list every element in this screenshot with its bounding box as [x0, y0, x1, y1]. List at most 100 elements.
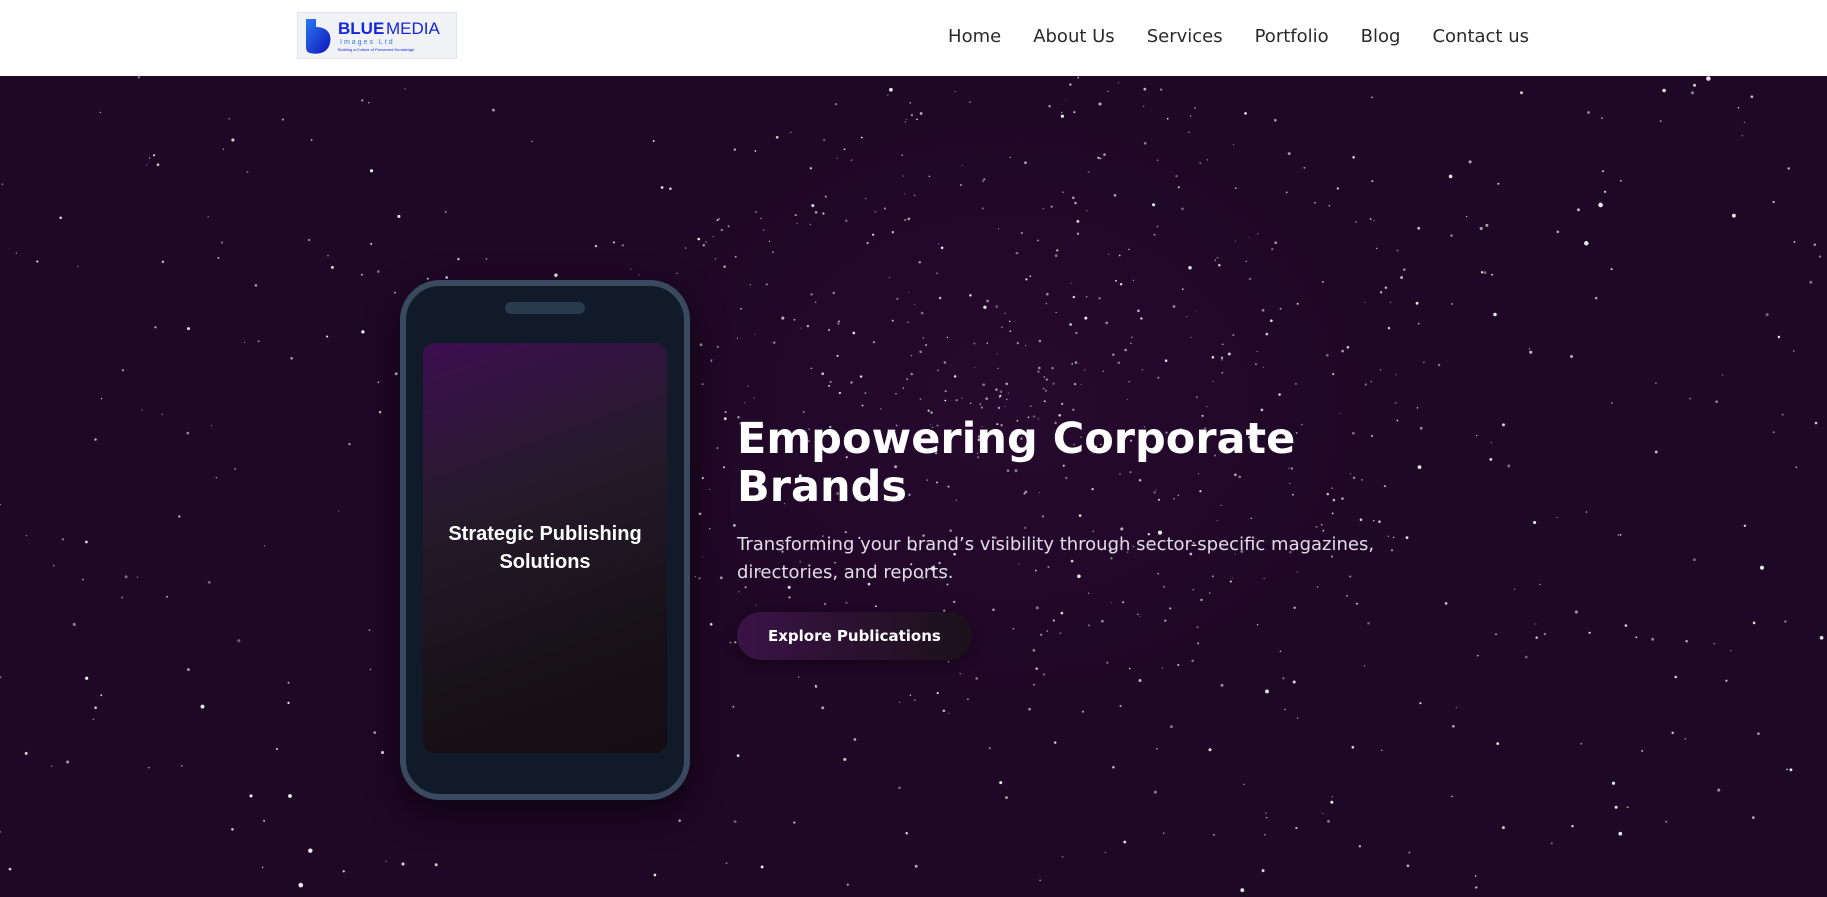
star [1075, 331, 1078, 335]
star [953, 375, 957, 378]
star [809, 223, 812, 226]
star [1122, 601, 1125, 604]
star [61, 538, 65, 541]
star [369, 169, 374, 173]
star [796, 222, 798, 225]
star [760, 217, 762, 220]
star [998, 396, 1001, 398]
star [1535, 623, 1537, 625]
star [376, 270, 380, 273]
star [967, 698, 969, 700]
star [697, 237, 701, 241]
star [1387, 326, 1391, 330]
star [905, 118, 908, 121]
star [1164, 359, 1168, 362]
star [186, 668, 190, 672]
star [1331, 796, 1334, 798]
star [15, 252, 18, 254]
star [1076, 232, 1080, 235]
star [1037, 239, 1039, 242]
star [276, 748, 278, 750]
star [953, 600, 956, 604]
star [1040, 633, 1043, 636]
star [669, 187, 672, 190]
star [1115, 279, 1117, 282]
star [829, 380, 832, 384]
star [1166, 117, 1169, 120]
star [1419, 702, 1422, 705]
star [955, 399, 958, 402]
star [879, 407, 882, 410]
star [1274, 241, 1278, 245]
star [8, 867, 12, 871]
star [1105, 321, 1109, 325]
star [1489, 458, 1493, 461]
star [1208, 748, 1212, 752]
star [1662, 88, 1666, 93]
logo[interactable]: BLUE MEDIA Images Ltd Building a Culture… [297, 12, 457, 59]
star [1221, 371, 1224, 374]
star [723, 265, 726, 268]
star [1053, 741, 1057, 744]
star [178, 515, 181, 518]
star [1137, 309, 1140, 313]
star [1450, 302, 1453, 305]
star [1451, 795, 1453, 798]
nav-contact-us[interactable]: Contact us [1432, 26, 1529, 47]
star [1130, 342, 1132, 345]
star [981, 207, 984, 210]
star [1602, 170, 1604, 173]
nav-home[interactable]: Home [948, 26, 1001, 47]
star [864, 197, 867, 200]
star [82, 578, 84, 581]
star [368, 629, 371, 631]
star [969, 294, 972, 297]
star [1450, 234, 1453, 237]
nav-portfolio[interactable]: Portfolio [1255, 26, 1329, 47]
star [1654, 382, 1657, 385]
star [902, 175, 904, 177]
star [1490, 441, 1493, 444]
star [821, 706, 825, 710]
star [1367, 621, 1370, 625]
star [944, 390, 947, 393]
nav-blog[interactable]: Blog [1361, 26, 1401, 47]
star [834, 103, 838, 106]
star [755, 604, 757, 606]
star [1415, 301, 1419, 305]
star [1077, 76, 1080, 79]
star [1535, 636, 1538, 639]
star [1262, 366, 1265, 368]
star [491, 108, 495, 112]
star [1364, 383, 1367, 386]
star [1787, 167, 1790, 170]
star [360, 273, 363, 276]
explore-publications-button[interactable]: Explore Publications [737, 612, 972, 660]
phone-screen: Strategic Publishing Solutions [423, 343, 667, 753]
star [712, 235, 714, 238]
star [814, 301, 817, 304]
star [702, 556, 704, 558]
star [1194, 310, 1197, 312]
star [1315, 525, 1318, 528]
nav-services[interactable]: Services [1147, 26, 1223, 47]
star [995, 305, 999, 308]
star [1051, 367, 1054, 370]
star [914, 699, 916, 701]
star [653, 873, 657, 877]
star [1042, 673, 1046, 676]
star [1635, 636, 1638, 639]
star [754, 150, 757, 152]
star [781, 316, 785, 320]
nav-about-us[interactable]: About Us [1033, 26, 1115, 47]
star [1248, 236, 1250, 239]
star [310, 139, 313, 141]
star [794, 214, 797, 217]
star [161, 260, 165, 264]
star [732, 705, 735, 708]
star [1327, 819, 1330, 823]
star [843, 757, 847, 761]
star [1005, 796, 1008, 800]
star [888, 276, 891, 279]
star [1071, 196, 1075, 200]
